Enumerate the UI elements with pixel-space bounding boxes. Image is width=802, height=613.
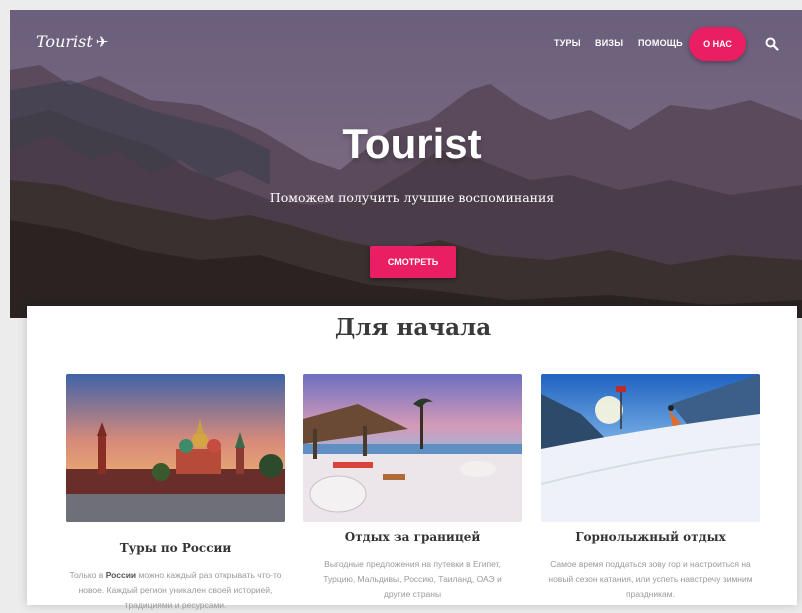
- russia-tours-text: Только в России можно каждый раз открыва…: [66, 568, 285, 613]
- section-title: Для начала: [334, 314, 492, 341]
- russia-tours-title[interactable]: Туры по России: [66, 541, 285, 555]
- ski-title[interactable]: Горнолыжный отдых: [541, 530, 760, 544]
- ski-text: Самое время поддаться зову гор и настрои…: [548, 559, 753, 599]
- airplane-icon: ✈: [95, 32, 109, 51]
- russia-text-bold: России: [105, 570, 137, 580]
- ski-image[interactable]: [541, 374, 760, 522]
- russia-tours-image[interactable]: [66, 374, 285, 522]
- search-icon[interactable]: [765, 37, 779, 51]
- abroad-image[interactable]: [303, 374, 522, 522]
- hero-subtitle: Поможем получить лучшие воспоминания: [269, 190, 555, 205]
- nav-link-tours[interactable]: ТУРЫ: [554, 38, 581, 48]
- nav-link-help[interactable]: ПОМОЩЬ: [638, 38, 683, 48]
- nav-link-visas[interactable]: ВИЗЫ: [595, 38, 623, 48]
- top-nav: Tourist ✈ ТУРЫ ВИЗЫ ПОМОЩЬ О НАС: [10, 10, 802, 80]
- abroad-title[interactable]: Отдых за границей: [303, 530, 522, 544]
- russia-text-before: Только в: [69, 570, 106, 580]
- logo[interactable]: Tourist ✈: [36, 32, 108, 51]
- abroad-text: Выгодные предложения на путевки в Египет…: [323, 559, 502, 599]
- view-button[interactable]: СМОТРЕТЬ: [370, 246, 456, 278]
- hero-banner: Tourist ✈ ТУРЫ ВИЗЫ ПОМОЩЬ О НАС Tourist…: [10, 10, 802, 318]
- hero-title: Tourist: [342, 120, 482, 167]
- logo-text: Tourist: [36, 32, 93, 51]
- about-button[interactable]: О НАС: [689, 27, 746, 61]
